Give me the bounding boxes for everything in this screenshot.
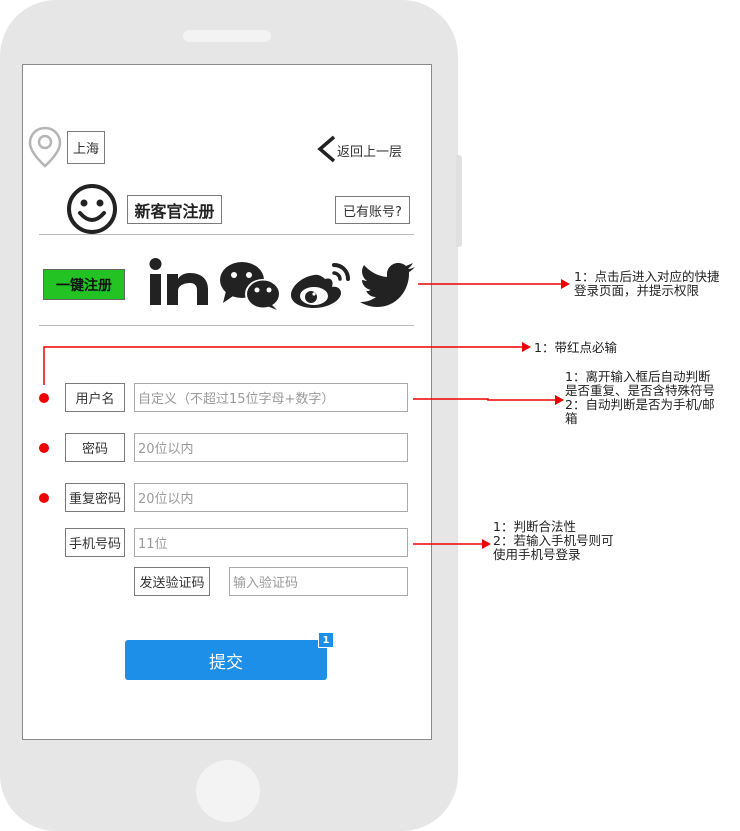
annotation-required: 1：带红点必输	[534, 340, 617, 355]
annotation-phone: 1：判断合法性 2：若输入手机号则可 使用手机号登录	[493, 519, 614, 562]
annotation-social: 1：点击后进入对应的快捷 登录页面，并提示权限	[574, 269, 720, 298]
annotation-username: 1：离开输入框后自动判断 是否重复、是否含特殊符号 2：自动判断是否为手机/邮 …	[565, 369, 716, 426]
